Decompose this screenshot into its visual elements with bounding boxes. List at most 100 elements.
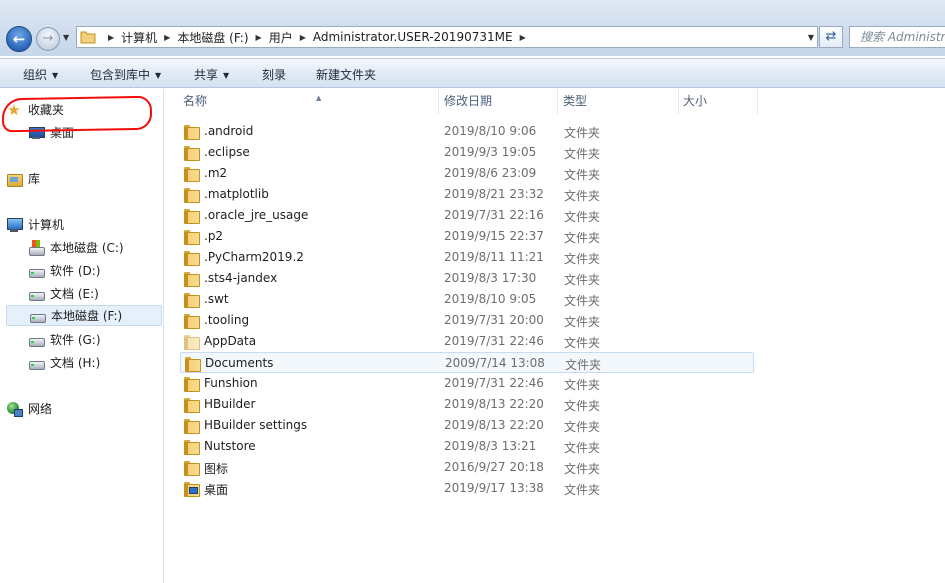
forward-button[interactable]: → <box>36 27 60 51</box>
chevron-right-icon[interactable]: ▶ <box>300 33 306 42</box>
file-modified-date: 2016/9/27 20:18 <box>444 460 544 474</box>
nav-item-drive-f[interactable]: 本地磁盘 (F:) <box>6 305 162 326</box>
folder-icon <box>183 375 200 392</box>
column-header-date[interactable]: 修改日期 <box>440 89 558 114</box>
address-bar-area: ← → ▼ ▶ 计算机 ▶ 本地磁盘 (F:) ▶ 用户 ▶ Administr… <box>0 0 945 56</box>
file-row[interactable]: .android 2019/8/10 9:06 文件夹 <box>180 121 754 142</box>
folder-icon <box>183 396 200 413</box>
breadcrumb-item[interactable]: 本地磁盘 (F:) <box>177 29 248 46</box>
file-row[interactable]: .oracle_jre_usage 2019/7/31 22:16 文件夹 <box>180 205 754 226</box>
file-row[interactable]: .p2 2019/9/15 22:37 文件夹 <box>180 226 754 247</box>
share-label: 共享 <box>194 68 219 82</box>
file-row[interactable]: 图标 2016/9/27 20:18 文件夹 <box>180 457 754 478</box>
back-button[interactable]: ← <box>6 26 32 52</box>
file-modified-date: 2009/7/14 13:08 <box>445 356 545 370</box>
nav-item-label: 计算机 <box>28 218 65 232</box>
file-row[interactable]: .eclipse 2019/9/3 19:05 文件夹 <box>180 142 754 163</box>
breadcrumb-item[interactable]: 用户 <box>269 29 293 46</box>
file-row[interactable]: .sts4-jandex 2019/8/3 17:30 文件夹 <box>180 268 754 289</box>
file-name: HBuilder <box>204 397 256 411</box>
file-modified-date: 2019/8/11 11:21 <box>444 250 544 264</box>
column-header: 名称 ▲ 修改日期 类型 大小 <box>165 89 945 114</box>
new-folder-button[interactable]: 新建文件夹 <box>316 66 376 83</box>
chevron-right-icon[interactable]: ▶ <box>164 33 170 42</box>
breadcrumb-item[interactable]: Administrator.USER-20190731ME <box>313 30 513 44</box>
library-icon <box>6 171 23 187</box>
folder-icon <box>80 31 96 44</box>
file-type: 文件夹 <box>564 210 601 224</box>
file-type: 文件夹 <box>564 126 601 140</box>
file-modified-date: 2019/8/13 22:20 <box>444 418 544 432</box>
chevron-down-icon: ▼ <box>155 71 162 80</box>
column-header-type[interactable]: 类型 <box>559 89 679 114</box>
file-modified-date: 2019/8/13 22:20 <box>444 397 544 411</box>
nav-item-drive-c[interactable]: 本地磁盘 (C:) <box>28 237 162 258</box>
nav-item-computer[interactable]: 计算机 <box>6 214 162 235</box>
file-name: .sts4-jandex <box>204 271 278 285</box>
chevron-right-icon[interactable]: ▶ <box>108 33 114 42</box>
file-row[interactable]: .PyCharm2019.2 2019/8/11 11:21 文件夹 <box>180 247 754 268</box>
organize-label: 组织 <box>23 68 48 82</box>
file-row[interactable]: Funshion 2019/7/31 22:46 文件夹 <box>180 373 754 394</box>
include-in-library-menu[interactable]: 包含到库中 ▼ <box>90 66 161 83</box>
column-header-size-label: 大小 <box>683 94 708 108</box>
drive-icon <box>28 263 45 279</box>
sort-ascending-icon: ▲ <box>316 94 322 102</box>
chevron-down-icon: ▼ <box>52 71 59 80</box>
file-name: .android <box>204 124 254 138</box>
nav-item-libraries[interactable]: 库 <box>6 168 162 189</box>
column-header-type-label: 类型 <box>563 94 588 108</box>
file-type: 文件夹 <box>564 378 601 392</box>
include-in-library-label: 包含到库中 <box>90 68 151 82</box>
file-type: 文件夹 <box>564 336 601 350</box>
folder-icon <box>183 459 200 476</box>
folder-icon <box>183 228 200 245</box>
file-row[interactable]: Documents 2009/7/14 13:08 文件夹 <box>180 352 754 373</box>
chevron-down-icon[interactable]: ▼ <box>808 33 814 42</box>
chevron-right-icon[interactable]: ▶ <box>256 33 262 42</box>
nav-item-label: 软件 (G:) <box>50 333 101 347</box>
file-name: Funshion <box>204 376 258 390</box>
column-header-name-label: 名称 <box>183 94 208 108</box>
file-type: 文件夹 <box>564 441 601 455</box>
file-row[interactable]: .matplotlib 2019/8/21 23:32 文件夹 <box>180 184 754 205</box>
file-row[interactable]: .tooling 2019/7/31 20:00 文件夹 <box>180 310 754 331</box>
column-header-size[interactable]: 大小 <box>679 89 758 114</box>
column-header-name[interactable]: 名称 ▲ <box>179 89 439 114</box>
nav-item-drive-e[interactable]: 文档 (E:) <box>28 283 162 304</box>
file-row[interactable]: AppData 2019/7/31 22:46 文件夹 <box>180 331 754 352</box>
desktop-badge-icon <box>189 487 198 494</box>
file-row[interactable]: .swt 2019/8/10 9:05 文件夹 <box>180 289 754 310</box>
file-row[interactable]: Nutstore 2019/8/3 13:21 文件夹 <box>180 436 754 457</box>
nav-item-label: 文档 (H:) <box>50 356 101 370</box>
file-type: 文件夹 <box>564 147 601 161</box>
search-box[interactable] <box>849 26 945 48</box>
search-input[interactable] <box>850 27 945 47</box>
recent-pages-dropdown[interactable]: ▼ <box>63 33 73 43</box>
refresh-button[interactable]: ⇄ <box>819 26 843 48</box>
organize-menu[interactable]: 组织 ▼ <box>23 66 58 83</box>
nav-item-drive-g[interactable]: 软件 (G:) <box>28 329 162 350</box>
address-box[interactable]: ▶ 计算机 ▶ 本地磁盘 (F:) ▶ 用户 ▶ Administrator.U… <box>76 26 818 48</box>
share-menu[interactable]: 共享 ▼ <box>194 66 229 83</box>
folder-icon <box>183 417 200 434</box>
file-row[interactable]: .m2 2019/8/6 23:09 文件夹 <box>180 163 754 184</box>
file-type: 文件夹 <box>564 252 601 266</box>
breadcrumb-item[interactable]: 计算机 <box>121 29 157 46</box>
file-name: .m2 <box>204 166 228 180</box>
file-name: .matplotlib <box>204 187 269 201</box>
file-modified-date: 2019/7/31 20:00 <box>444 313 544 327</box>
file-row[interactable]: HBuilder 2019/8/13 22:20 文件夹 <box>180 394 754 415</box>
file-row[interactable]: 桌面 2019/9/17 13:38 文件夹 <box>180 478 754 499</box>
nav-item-network[interactable]: 网络 <box>6 398 162 419</box>
nav-item-drive-h[interactable]: 文档 (H:) <box>28 352 162 373</box>
burn-button[interactable]: 刻录 <box>262 66 286 83</box>
nav-item-label: 文档 (E:) <box>50 287 99 301</box>
file-row[interactable]: HBuilder settings 2019/8/13 22:20 文件夹 <box>180 415 754 436</box>
file-modified-date: 2019/7/31 22:16 <box>444 208 544 222</box>
nav-item-drive-d[interactable]: 软件 (D:) <box>28 260 162 281</box>
column-header-date-label: 修改日期 <box>444 94 493 108</box>
folder-icon <box>183 333 200 350</box>
file-modified-date: 2019/7/31 22:46 <box>444 376 544 390</box>
chevron-right-icon[interactable]: ▶ <box>520 33 526 42</box>
